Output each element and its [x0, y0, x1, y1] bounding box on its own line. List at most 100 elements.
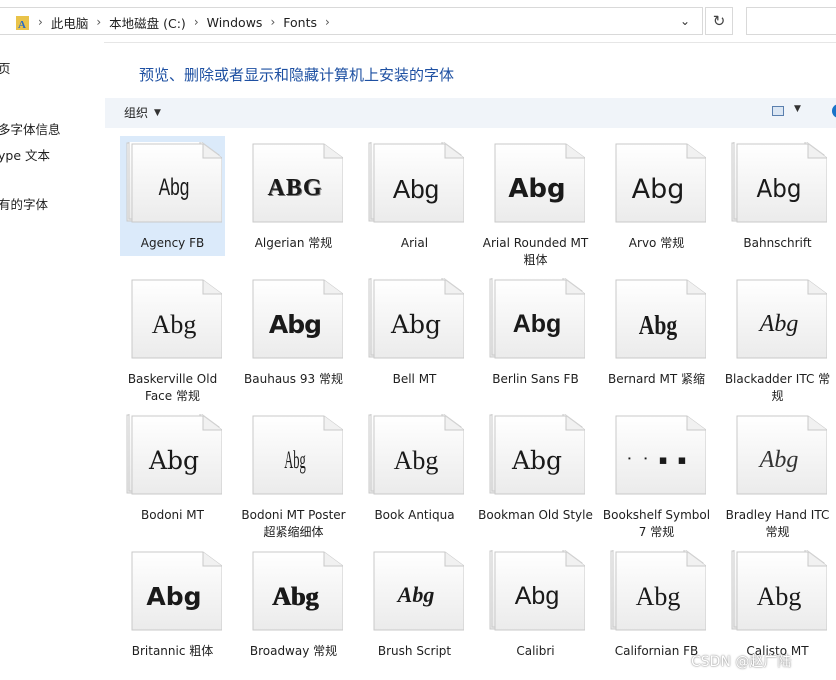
left-link-type[interactable]: ype 文本	[0, 145, 50, 164]
font-sample: Abg	[148, 446, 200, 475]
breadcrumb-fonts[interactable]: Fonts	[275, 15, 325, 30]
fonts-folder-icon: A	[16, 14, 30, 31]
left-pane: 页 多字体信息 ype 文本 有的字体	[0, 42, 104, 678]
font-sample: Abg	[146, 582, 202, 611]
font-tile[interactable]: Abg Arial	[362, 136, 467, 256]
font-tile[interactable]: Abg Arvo 常规	[604, 136, 709, 256]
font-tile[interactable]: ⠂⠐ ▪ ▪ Bookshelf Symbol 7 常规	[603, 408, 710, 539]
chevron-right-icon[interactable]: ›	[325, 15, 330, 29]
font-file-icon: Abg	[368, 414, 464, 496]
breadcrumb: › 此电脑 › 本地磁盘 (C:) › Windows › Fonts ›	[38, 8, 330, 36]
font-sample: Abg	[151, 310, 197, 339]
font-name: Baskerville Old Face 常规	[127, 372, 218, 403]
font-file-icon: Abg	[489, 414, 585, 496]
font-tile[interactable]: Abg Bookman Old Style	[478, 408, 593, 528]
font-tile[interactable]: Abg Bauhaus 93 常规	[241, 272, 346, 392]
font-sample: Abg	[638, 310, 678, 340]
font-name: Calibri	[516, 644, 555, 658]
font-file-icon: Abg	[247, 550, 343, 632]
font-sample: Abg	[271, 582, 319, 611]
font-sample: Abg	[508, 174, 566, 204]
font-tile[interactable]: Abg Californian FB	[604, 544, 709, 664]
font-sample: Abg	[514, 582, 560, 610]
font-sample: Abg	[390, 310, 442, 339]
font-tile[interactable]: Abg Calisto MT	[725, 544, 830, 664]
organize-label: 组织	[124, 106, 149, 120]
font-tile[interactable]: Abg Berlin Sans FB	[483, 272, 588, 392]
organize-button[interactable]: 组织 ▼	[124, 104, 161, 121]
font-file-icon: Abg	[368, 278, 464, 360]
font-sample: Abg	[511, 446, 563, 475]
font-name: Arvo 常规	[628, 236, 685, 250]
font-sample: Abg	[756, 582, 802, 611]
font-file-icon: ⠂⠐ ▪ ▪	[610, 414, 706, 496]
font-name: Book Antiqua	[374, 508, 455, 522]
font-tile[interactable]: Abg Agency FB	[120, 136, 225, 256]
font-name: Bookman Old Style	[478, 508, 593, 522]
font-name: Bernard MT 紧缩	[608, 372, 705, 386]
font-tile[interactable]: Abg Blackadder ITC 常规	[725, 272, 830, 403]
font-name: Bauhaus 93 常规	[244, 372, 343, 386]
breadcrumb-windows[interactable]: Windows	[199, 15, 271, 30]
font-file-icon: Abg	[731, 278, 827, 360]
font-name: Blackadder ITC 常规	[724, 372, 831, 403]
font-tile[interactable]: Abg Brush Script	[362, 544, 467, 664]
font-file-icon: ABG	[247, 142, 343, 224]
font-sample: Abg	[284, 447, 306, 474]
font-file-icon: Abg	[489, 550, 585, 632]
caret-down-icon[interactable]: ▼	[794, 104, 801, 114]
font-file-icon: Abg	[489, 142, 585, 224]
font-file-icon: Abg	[126, 414, 222, 496]
font-tile[interactable]: Abg Britannic 粗体	[120, 544, 225, 664]
help-icon[interactable]	[832, 104, 836, 118]
font-tile[interactable]: Abg Calibri	[483, 544, 588, 664]
font-sample: Abg	[631, 174, 685, 205]
font-name: Bookshelf Symbol 7 常规	[602, 508, 711, 539]
font-name: Berlin Sans FB	[492, 372, 579, 386]
font-tile[interactable]: Abg Bradley Hand ITC 常规	[725, 408, 830, 539]
refresh-icon: ↻	[712, 12, 726, 30]
font-tile[interactable]: Abg Baskerville Old Face 常规	[120, 272, 225, 403]
font-tile[interactable]: Abg Bernard MT 紧缩	[604, 272, 709, 392]
font-file-icon: Abg	[731, 414, 827, 496]
left-link-all-fonts[interactable]: 有的字体	[0, 194, 48, 213]
font-sample: Abg	[635, 582, 681, 611]
font-name: Agency FB	[140, 236, 205, 250]
font-sample: Abg	[268, 310, 322, 339]
font-name: Bahnschrift	[743, 236, 812, 250]
left-link-font-info[interactable]: 多字体信息	[0, 119, 61, 138]
address-box[interactable]: A › 此电脑 › 本地磁盘 (C:) › Windows › Fonts › …	[0, 7, 703, 35]
left-link-home[interactable]: 页	[0, 58, 11, 77]
font-file-icon: Abg	[610, 142, 706, 224]
font-tile[interactable]: Abg Bell MT	[362, 272, 467, 392]
command-bar: 组织 ▼ ▼	[105, 98, 836, 128]
font-name: Broadway 常规	[249, 644, 338, 658]
font-tile[interactable]: Abg Bahnschrift	[725, 136, 830, 256]
font-tile[interactable]: Abg Book Antiqua	[362, 408, 467, 528]
address-bar: A › 此电脑 › 本地磁盘 (C:) › Windows › Fonts › …	[0, 0, 836, 43]
font-file-icon: Abg	[126, 142, 222, 224]
font-sample: Abg	[393, 446, 439, 475]
breadcrumb-local-disk[interactable]: 本地磁盘 (C:)	[101, 13, 194, 32]
fonts-grid: Abg Agency FB ABG Algerian 常规 Abg Arial Abg…	[120, 136, 836, 680]
font-tile[interactable]: Abg Broadway 常规	[241, 544, 346, 664]
view-icon[interactable]	[772, 106, 784, 116]
chevron-down-icon[interactable]: ⌄	[676, 14, 694, 30]
font-tile[interactable]: Abg Arial Rounded MT 粗体	[483, 136, 588, 267]
font-sample: Abg	[512, 310, 562, 338]
font-file-icon: Abg	[731, 142, 827, 224]
breadcrumb-this-pc[interactable]: 此电脑	[43, 13, 97, 32]
font-sample: Abg	[756, 174, 802, 203]
font-tile[interactable]: Abg Bodoni MT	[120, 408, 225, 528]
font-file-icon: Abg	[368, 550, 464, 632]
font-name: Brush Script	[377, 644, 452, 658]
font-sample: ⠂⠐ ▪ ▪	[626, 453, 690, 468]
font-tile[interactable]: Abg Bodoni MT Poster 超紧缩细体	[241, 408, 346, 539]
caret-down-icon: ▼	[154, 107, 161, 118]
font-name: Bradley Hand ITC 常规	[725, 508, 830, 539]
font-sample: Abg	[392, 174, 440, 204]
font-name: Bodoni MT	[141, 508, 204, 522]
refresh-button[interactable]: ↻	[705, 7, 733, 35]
search-input[interactable]	[746, 7, 836, 35]
font-tile[interactable]: ABG Algerian 常规	[241, 136, 346, 256]
